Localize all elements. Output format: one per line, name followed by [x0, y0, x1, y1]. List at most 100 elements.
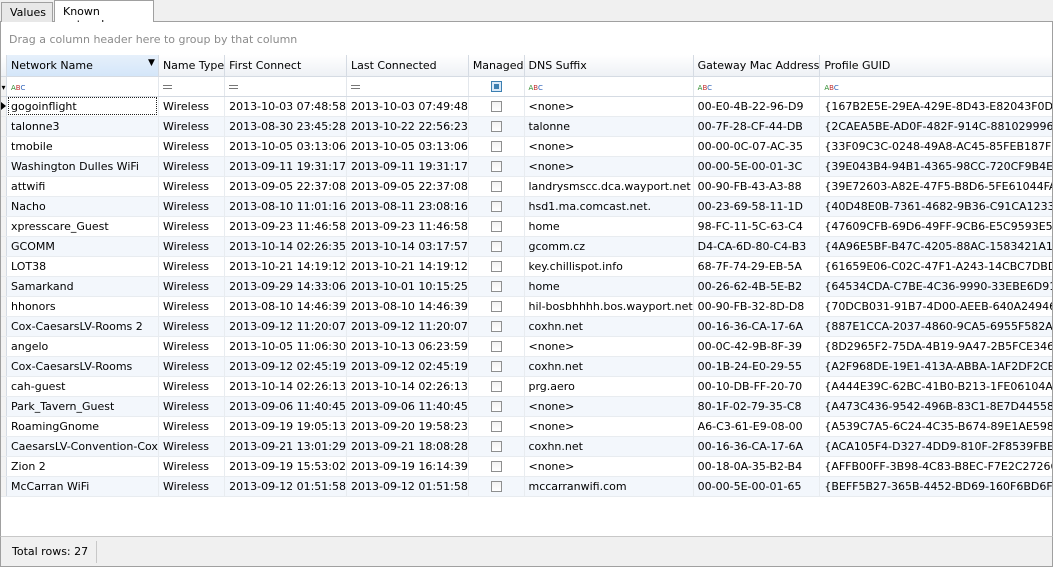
- cell-last-connected[interactable]: 2013-10-05 03:13:06: [346, 136, 469, 157]
- cell-managed[interactable]: [468, 336, 525, 357]
- cell-name-type[interactable]: Wireless: [158, 336, 226, 357]
- cell-managed[interactable]: [468, 216, 525, 237]
- cell-profile-guid[interactable]: {40D48E0B-7361-4682-9B36-C91CA1233400}: [819, 196, 1052, 217]
- cell-profile-guid[interactable]: {47609CFB-69D6-49FF-9CB6-E5C9593E567C}: [819, 216, 1052, 237]
- cell-managed[interactable]: [468, 236, 525, 257]
- cell-last-connected[interactable]: 2013-09-21 18:08:28: [346, 436, 469, 457]
- cell-network-name[interactable]: LOT38: [6, 256, 159, 277]
- cell-managed[interactable]: [468, 156, 525, 177]
- cell-managed[interactable]: [468, 136, 525, 157]
- cell-managed[interactable]: [468, 296, 525, 317]
- managed-checkbox[interactable]: [490, 341, 502, 352]
- table-row[interactable]: RoamingGnome Wireless 2013-09-19 19:05:13 2…: [1, 416, 1052, 437]
- cell-managed[interactable]: [468, 456, 525, 477]
- cell-managed[interactable]: [468, 256, 525, 277]
- cell-last-connected[interactable]: 2013-09-12 01:51:58: [346, 476, 469, 497]
- cell-gateway-mac[interactable]: 00-E0-4B-22-96-D9: [693, 96, 821, 117]
- table-row[interactable]: Park_Tavern_Guest Wireless 2013-09-06 11:4…: [1, 396, 1052, 417]
- cell-managed[interactable]: [468, 316, 525, 337]
- column-header-last-connected[interactable]: Last Connected: [346, 55, 469, 77]
- cell-dns-suffix[interactable]: <none>: [524, 396, 694, 417]
- cell-first-connect[interactable]: 2013-10-05 11:06:30: [224, 336, 347, 357]
- cell-dns-suffix[interactable]: <none>: [524, 456, 694, 477]
- cell-managed[interactable]: [468, 356, 525, 377]
- cell-last-connected[interactable]: 2013-09-12 11:20:07: [346, 316, 469, 337]
- cell-network-name[interactable]: Park_Tavern_Guest: [6, 396, 159, 417]
- cell-network-name[interactable]: angelo: [6, 336, 159, 357]
- cell-dns-suffix[interactable]: gcomm.cz: [524, 236, 694, 257]
- cell-profile-guid[interactable]: {39E72603-A82E-47F5-B8D6-5FE61044FAD9}: [819, 176, 1052, 197]
- cell-last-connected[interactable]: 2013-09-11 19:31:17: [346, 156, 469, 177]
- managed-checkbox[interactable]: [490, 141, 502, 152]
- filter-cell-last-connected[interactable]: [346, 76, 469, 97]
- column-header-gateway-mac[interactable]: Gateway Mac Address: [693, 55, 821, 77]
- cell-first-connect[interactable]: 2013-08-10 14:46:39: [224, 296, 347, 317]
- cell-profile-guid[interactable]: {70DCB031-91B7-4D00-AEEB-640A249466F5}: [819, 296, 1052, 317]
- managed-checkbox[interactable]: [490, 201, 502, 212]
- cell-gateway-mac[interactable]: A6-C3-61-E9-08-00: [693, 416, 821, 437]
- cell-gateway-mac[interactable]: 00-0C-42-9B-8F-39: [693, 336, 821, 357]
- filter-cell-gateway-mac[interactable]: ABC: [693, 76, 821, 97]
- cell-name-type[interactable]: Wireless: [158, 236, 226, 257]
- column-header-profile-guid[interactable]: Profile GUID: [819, 55, 1052, 77]
- cell-managed[interactable]: [468, 276, 525, 297]
- cell-dns-suffix[interactable]: mccarranwifi.com: [524, 476, 694, 497]
- cell-profile-guid[interactable]: {2CAEA5BE-AD0F-482F-914C-881029996ED8}: [819, 116, 1052, 137]
- cell-first-connect[interactable]: 2013-09-12 01:51:58: [224, 476, 347, 497]
- cell-name-type[interactable]: Wireless: [158, 96, 226, 117]
- cell-profile-guid[interactable]: {BEFF5B27-365B-4452-BD69-160F6BD6F131}: [819, 476, 1052, 497]
- cell-first-connect[interactable]: 2013-09-12 02:45:19: [224, 356, 347, 377]
- cell-name-type[interactable]: Wireless: [158, 136, 226, 157]
- cell-dns-suffix[interactable]: hsd1.ma.comcast.net.: [524, 196, 694, 217]
- cell-name-type[interactable]: Wireless: [158, 436, 226, 457]
- cell-last-connected[interactable]: 2013-10-21 14:19:12: [346, 256, 469, 277]
- cell-network-name[interactable]: Washington Dulles WiFi: [6, 156, 159, 177]
- cell-profile-guid[interactable]: {61659E06-C02C-47F1-A243-14CBC7DBD427}: [819, 256, 1052, 277]
- cell-profile-guid[interactable]: {A2F968DE-19E1-413A-ABBA-1AF2DF2CE2D1}: [819, 356, 1052, 377]
- cell-managed[interactable]: [468, 376, 525, 397]
- table-row[interactable]: Zion 2 Wireless 2013-09-19 15:53:02 2013-09…: [1, 456, 1052, 477]
- managed-checkbox[interactable]: [490, 361, 502, 372]
- cell-gateway-mac[interactable]: D4-CA-6D-80-C4-B3: [693, 236, 821, 257]
- cell-network-name[interactable]: McCarran WiFi: [6, 476, 159, 497]
- cell-gateway-mac[interactable]: 00-90-FB-43-A3-88: [693, 176, 821, 197]
- cell-name-type[interactable]: Wireless: [158, 296, 226, 317]
- cell-name-type[interactable]: Wireless: [158, 416, 226, 437]
- table-row[interactable]: LOT38 Wireless 2013-10-21 14:19:12 2013-10-…: [1, 256, 1052, 277]
- cell-last-connected[interactable]: 2013-10-22 22:56:23: [346, 116, 469, 137]
- cell-network-name[interactable]: hhonors: [6, 296, 159, 317]
- managed-checkbox[interactable]: [490, 281, 502, 292]
- cell-network-name[interactable]: Samarkand: [6, 276, 159, 297]
- cell-name-type[interactable]: Wireless: [158, 216, 226, 237]
- table-row[interactable]: Washington Dulles WiFi Wireless 2013-09-11…: [1, 156, 1052, 177]
- cell-managed[interactable]: [468, 396, 525, 417]
- column-header-name-type[interactable]: Name Type: [158, 55, 226, 77]
- cell-network-name[interactable]: Cox-CaesarsLV-Rooms 2: [6, 316, 159, 337]
- managed-checkbox[interactable]: [490, 461, 502, 472]
- cell-dns-suffix[interactable]: home: [524, 216, 694, 237]
- column-header-managed[interactable]: Managed: [468, 55, 525, 77]
- managed-checkbox[interactable]: [490, 321, 502, 332]
- cell-dns-suffix[interactable]: landrysmscc.dca.wayport.net: [524, 176, 694, 197]
- cell-last-connected[interactable]: 2013-08-10 14:46:39: [346, 296, 469, 317]
- cell-profile-guid[interactable]: {167B2E5E-29EA-429E-8D43-E82043F0D3CF}: [819, 96, 1052, 117]
- cell-managed[interactable]: [468, 416, 525, 437]
- cell-first-connect[interactable]: 2013-09-05 22:37:08: [224, 176, 347, 197]
- cell-last-connected[interactable]: 2013-10-14 03:17:57: [346, 236, 469, 257]
- table-row[interactable]: Nacho Wireless 2013-08-10 11:01:16 2013-08-…: [1, 196, 1052, 217]
- table-row[interactable]: Cox-CaesarsLV-Rooms 2 Wireless 2013-09-12 …: [1, 316, 1052, 337]
- cell-dns-suffix[interactable]: key.chillispot.info: [524, 256, 694, 277]
- cell-dns-suffix[interactable]: prg.aero: [524, 376, 694, 397]
- cell-name-type[interactable]: Wireless: [158, 356, 226, 377]
- cell-last-connected[interactable]: 2013-10-03 07:49:48: [346, 96, 469, 117]
- cell-name-type[interactable]: Wireless: [158, 256, 226, 277]
- cell-network-name[interactable]: RoamingGnome: [6, 416, 159, 437]
- table-row[interactable]: Cox-CaesarsLV-Rooms Wireless 2013-09-12 02…: [1, 356, 1052, 377]
- cell-last-connected[interactable]: 2013-09-06 11:40:45: [346, 396, 469, 417]
- cell-gateway-mac[interactable]: 00-23-69-58-11-1D: [693, 196, 821, 217]
- cell-profile-guid[interactable]: {4A96E5BF-B47C-4205-88AC-1583421A1054}: [819, 236, 1052, 257]
- table-row[interactable]: GCOMM Wireless 2013-10-14 02:26:35 2013-10-…: [1, 236, 1052, 257]
- cell-first-connect[interactable]: 2013-09-29 14:33:06: [224, 276, 347, 297]
- cell-first-connect[interactable]: 2013-09-23 11:46:58: [224, 216, 347, 237]
- managed-checkbox[interactable]: [490, 481, 502, 492]
